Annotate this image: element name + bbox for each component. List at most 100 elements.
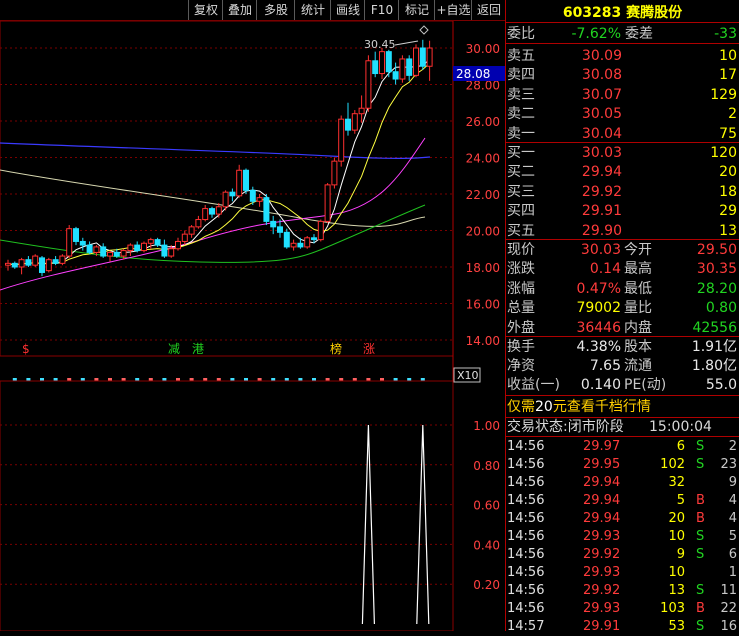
- toolbar-button-1[interactable]: 叠加: [222, 0, 257, 20]
- buy-label: 买四: [507, 203, 535, 220]
- quote-value: 0.80: [705, 300, 737, 317]
- sell-row[interactable]: 卖四 30.08 17: [507, 66, 739, 84]
- sell-row[interactable]: 卖五 30.09 10: [507, 47, 739, 65]
- tick-time: 14:57: [507, 619, 545, 634]
- buy-volume: 13: [719, 222, 737, 239]
- event-marker-label: 港: [192, 342, 204, 356]
- current-price-label: 28.08: [456, 67, 490, 81]
- indicator-frame: [0, 380, 454, 631]
- toolbar-button-0[interactable]: 复权: [188, 0, 223, 20]
- candle-body: [290, 242, 297, 248]
- price-tick-label: 14.00: [466, 334, 500, 348]
- promo-post: 元查看千档行情: [552, 399, 651, 415]
- tick-time: 14:56: [507, 547, 545, 562]
- fund-value: 1.91亿: [691, 339, 737, 355]
- quote-label: 最低: [624, 280, 652, 297]
- toolbar-button-6[interactable]: 标记: [398, 0, 435, 20]
- quote-label: 内盘: [624, 319, 652, 336]
- buy-label: 买一: [507, 145, 535, 161]
- quote-label: 量比: [624, 300, 652, 317]
- tick-count: 22: [720, 601, 737, 616]
- tick-row: 14:56 29.92 13 S 11: [507, 582, 739, 600]
- buy-volume: 29: [719, 203, 737, 220]
- fund-divider: [506, 395, 739, 396]
- quote-label: 外盘: [507, 319, 535, 336]
- tick-side: B: [696, 493, 705, 508]
- sell-volume: 17: [719, 67, 737, 84]
- toolbar-button-2[interactable]: 多股: [256, 0, 295, 20]
- tick-count: 1: [728, 565, 737, 580]
- sell-row[interactable]: 卖一 30.04 75: [507, 125, 739, 143]
- toolbar-button-5[interactable]: F10: [364, 0, 399, 20]
- tick-price: 29.97: [583, 439, 621, 454]
- candle-body: [379, 51, 385, 75]
- tick-volume: 103: [660, 601, 685, 616]
- tick-count: 9: [728, 475, 737, 490]
- tick-count: 23: [720, 457, 737, 472]
- fund-label: 收益(一): [507, 377, 560, 393]
- toolbar-button-8[interactable]: 返回: [471, 0, 506, 20]
- buy-row[interactable]: 买三 29.92 18: [507, 183, 739, 201]
- buy-label: 买五: [507, 222, 535, 239]
- candle-body: [188, 226, 195, 235]
- tick-side: B: [696, 601, 705, 616]
- buy-row[interactable]: 买五 29.90 13: [507, 222, 739, 240]
- candle-body: [147, 239, 154, 244]
- kline-chart-panel[interactable]: 30.0028.0026.0024.0022.0020.0018.0016.00…: [0, 0, 505, 631]
- tick-row: 14:56 29.94 20 B 4: [507, 510, 739, 528]
- tick-volume: 102: [660, 457, 685, 472]
- candle-body: [304, 237, 311, 248]
- promo-pre: 仅需: [507, 399, 535, 415]
- tick-side: S: [696, 583, 705, 598]
- quote-value: 30.03: [580, 242, 621, 258]
- candle-body: [283, 231, 290, 248]
- high-price-pointer: [394, 40, 419, 46]
- stock-header: 603283 赛腾股份: [506, 2, 739, 22]
- buy-row[interactable]: 买一 30.03 120: [507, 144, 739, 162]
- quote-label: 最高: [624, 261, 652, 278]
- candle-body: [32, 255, 39, 266]
- status-divider: [506, 436, 739, 437]
- fund-label: 流通: [624, 358, 652, 374]
- candle-body: [66, 228, 73, 257]
- buy-row[interactable]: 买四 29.91 29: [507, 202, 739, 220]
- candle-body: [25, 259, 32, 266]
- candle-body: [365, 60, 372, 109]
- candle-body: [59, 255, 66, 264]
- tick-count: 4: [728, 511, 737, 526]
- candle-body: [358, 107, 365, 115]
- tick-price: 29.93: [583, 601, 621, 616]
- quote-label: 现价: [507, 242, 535, 258]
- candle-body: [79, 240, 86, 246]
- buy-volume: 20: [719, 164, 737, 181]
- panel-divider: [505, 0, 506, 631]
- tick-price: 29.95: [583, 457, 621, 472]
- weicha-label: 委差: [625, 26, 653, 42]
- sell-row[interactable]: 卖二 30.05 2: [507, 105, 739, 123]
- toolbar-button-7[interactable]: +自选: [434, 0, 472, 20]
- toolbar-button-4[interactable]: 画线: [330, 0, 365, 20]
- weibi-label: 委比: [507, 26, 535, 42]
- candle-body: [100, 246, 107, 257]
- sell-label: 卖三: [507, 86, 535, 103]
- candle-body: [243, 169, 249, 191]
- fund-row: 净资 7.65 流通 1.80亿: [507, 357, 739, 375]
- toolbar-button-3[interactable]: 统计: [294, 0, 331, 20]
- tick-count: 11: [720, 583, 737, 598]
- sell-row[interactable]: 卖三 30.07 129: [507, 86, 739, 104]
- candle-body: [107, 251, 113, 257]
- indicator-tick-label: 1.00: [473, 419, 500, 433]
- buy-price: 29.94: [581, 164, 622, 181]
- promo-banner[interactable]: 仅需20元查看千档行情: [507, 398, 739, 416]
- indicator-tick-label: 0.20: [473, 578, 500, 592]
- price-tick-label: 18.00: [466, 261, 500, 275]
- candle-body: [202, 208, 209, 221]
- candle-body: [161, 244, 168, 257]
- tick-row: 14:56 29.93 103 B 22: [507, 600, 739, 618]
- sell-price: 30.08: [581, 67, 622, 84]
- tick-row: 14:56 29.97 6 S 2: [507, 438, 739, 456]
- buy-row[interactable]: 买二 29.94 20: [507, 163, 739, 181]
- quote-row: 涨幅 0.47% 最低 28.20: [507, 280, 739, 298]
- candle-body: [134, 244, 141, 252]
- stock-code: 603283: [562, 5, 622, 21]
